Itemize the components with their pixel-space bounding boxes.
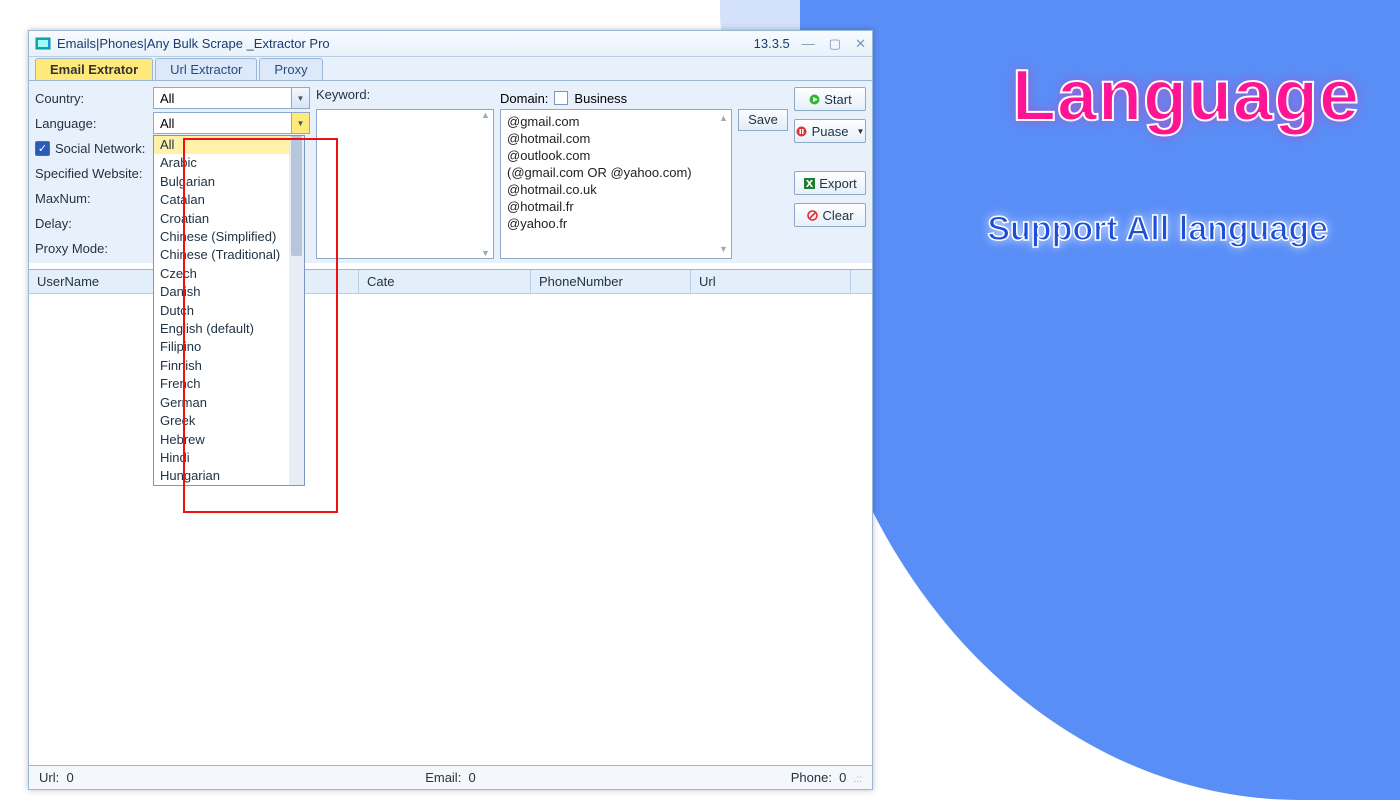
domain-item[interactable]: @hotmail.co.uk [507,181,716,198]
version-label: 13.3.5 [754,36,790,51]
grid-column-header[interactable]: Cate [359,270,531,293]
app-window: Emails|Phones|Any Bulk Scrape _Extractor… [28,30,873,790]
status-phone-value: 0 [839,770,846,785]
language-option[interactable]: Dutch [154,302,304,320]
domain-item[interactable]: @gmail.com [507,113,716,130]
specified-website-label: Specified Website: [35,166,153,181]
app-icon [35,36,51,52]
chevron-down-icon[interactable]: ▼ [291,88,309,108]
left-form: Country: All ▼ Language: All ▼ AllArabic… [35,87,310,259]
delay-label: Delay: [35,216,153,231]
excel-icon: x [803,177,815,189]
social-network-label: Social Network: [55,141,145,156]
close-button[interactable]: ✕ [855,36,866,52]
language-option[interactable]: German [154,394,304,412]
status-url-label: Url: [39,770,59,785]
language-option[interactable]: Croatian [154,210,304,228]
language-option[interactable]: Filipino [154,338,304,356]
keyword-textarea[interactable]: ▲▼ [316,109,494,259]
language-option[interactable]: Chinese (Simplified) [154,228,304,246]
maxnum-label: MaxNum: [35,191,153,206]
tab-proxy[interactable]: Proxy [259,58,322,80]
language-label: Language: [35,116,153,131]
language-option[interactable]: Czech [154,265,304,283]
action-column: Start Puase▼ xExport Clear [794,87,866,259]
play-icon [808,93,820,105]
country-combo[interactable]: All ▼ [153,87,310,109]
svg-text:x: x [806,178,814,189]
language-option[interactable]: Catalan [154,191,304,209]
status-bar: Url: 0 Email: 0 Phone: 0 .:: [29,765,872,789]
language-option[interactable]: Hindi [154,449,304,467]
window-title: Emails|Phones|Any Bulk Scrape _Extractor… [57,36,754,51]
status-phone-label: Phone: [791,770,832,785]
keyword-label: Keyword: [316,87,494,109]
grid-column-header[interactable]: PhoneNumber [531,270,691,293]
domain-item[interactable]: (@gmail.com OR @yahoo.com) [507,164,716,181]
dropdown-scrollbar[interactable] [289,136,304,485]
language-option[interactable]: Greek [154,412,304,430]
toolbar: Country: All ▼ Language: All ▼ AllArabic… [29,81,872,263]
grid-column-header[interactable]: UserName [29,270,159,293]
language-option[interactable]: Arabic [154,154,304,172]
status-email-value: 0 [469,770,476,785]
export-button[interactable]: xExport [794,171,866,195]
chevron-down-icon[interactable]: ▼ [291,113,309,133]
language-option[interactable]: Hebrew [154,431,304,449]
language-option[interactable]: Hungarian [154,467,304,485]
language-dropdown[interactable]: AllArabicBulgarianCatalanCroatianChinese… [153,135,305,486]
language-option[interactable]: Finnish [154,357,304,375]
language-value: All [160,116,174,131]
proxy-mode-label: Proxy Mode: [35,241,153,256]
save-button[interactable]: Save [738,109,788,131]
business-label: Business [574,91,627,106]
scroll-down-icon[interactable]: ▼ [716,241,731,258]
titlebar: Emails|Phones|Any Bulk Scrape _Extractor… [29,31,872,57]
language-option[interactable]: Chinese (Traditional) [154,246,304,264]
language-combo[interactable]: All ▼ AllArabicBulgarianCatalanCroatianC… [153,112,310,134]
language-option[interactable]: Danish [154,283,304,301]
language-option[interactable]: Bulgarian [154,173,304,191]
prohibit-icon [806,209,818,221]
language-option[interactable]: French [154,375,304,393]
domain-label: Domain: [500,91,548,106]
scroll-up-icon[interactable]: ▲ [478,110,493,120]
promo-title: Language [1012,55,1360,137]
tab-email-extractor[interactable]: Email Extrator [35,58,153,80]
country-label: Country: [35,91,153,106]
domain-item[interactable]: @hotmail.fr [507,198,716,215]
chevron-down-icon: ▼ [856,127,864,136]
language-option[interactable]: All [154,136,304,154]
language-option[interactable]: English (default) [154,320,304,338]
minimize-button[interactable]: — [802,36,815,52]
domain-item[interactable]: @outlook.com [507,147,716,164]
domain-list[interactable]: @gmail.com@hotmail.com@outlook.com(@gmai… [500,109,732,259]
tab-url-extractor[interactable]: Url Extractor [155,58,257,80]
maximize-button[interactable]: ▢ [829,36,841,52]
grid-column-header[interactable]: Url [691,270,851,293]
clear-button[interactable]: Clear [794,203,866,227]
pause-icon [796,125,808,137]
promo-subtitle: Support All language [987,210,1328,249]
scroll-up-icon[interactable]: ▲ [716,110,731,127]
start-button[interactable]: Start [794,87,866,111]
status-email-label: Email: [425,770,461,785]
scroll-down-icon[interactable]: ▼ [478,248,493,258]
social-network-checkbox[interactable]: ✓ [35,141,50,156]
domain-item[interactable]: @yahoo.fr [507,215,716,232]
country-value: All [160,91,174,106]
status-url-value: 0 [66,770,73,785]
tab-row: Email Extrator Url Extractor Proxy [29,57,872,81]
pause-button[interactable]: Puase▼ [794,119,866,143]
domain-item[interactable]: @hotmail.com [507,130,716,147]
business-checkbox[interactable] [554,91,568,105]
